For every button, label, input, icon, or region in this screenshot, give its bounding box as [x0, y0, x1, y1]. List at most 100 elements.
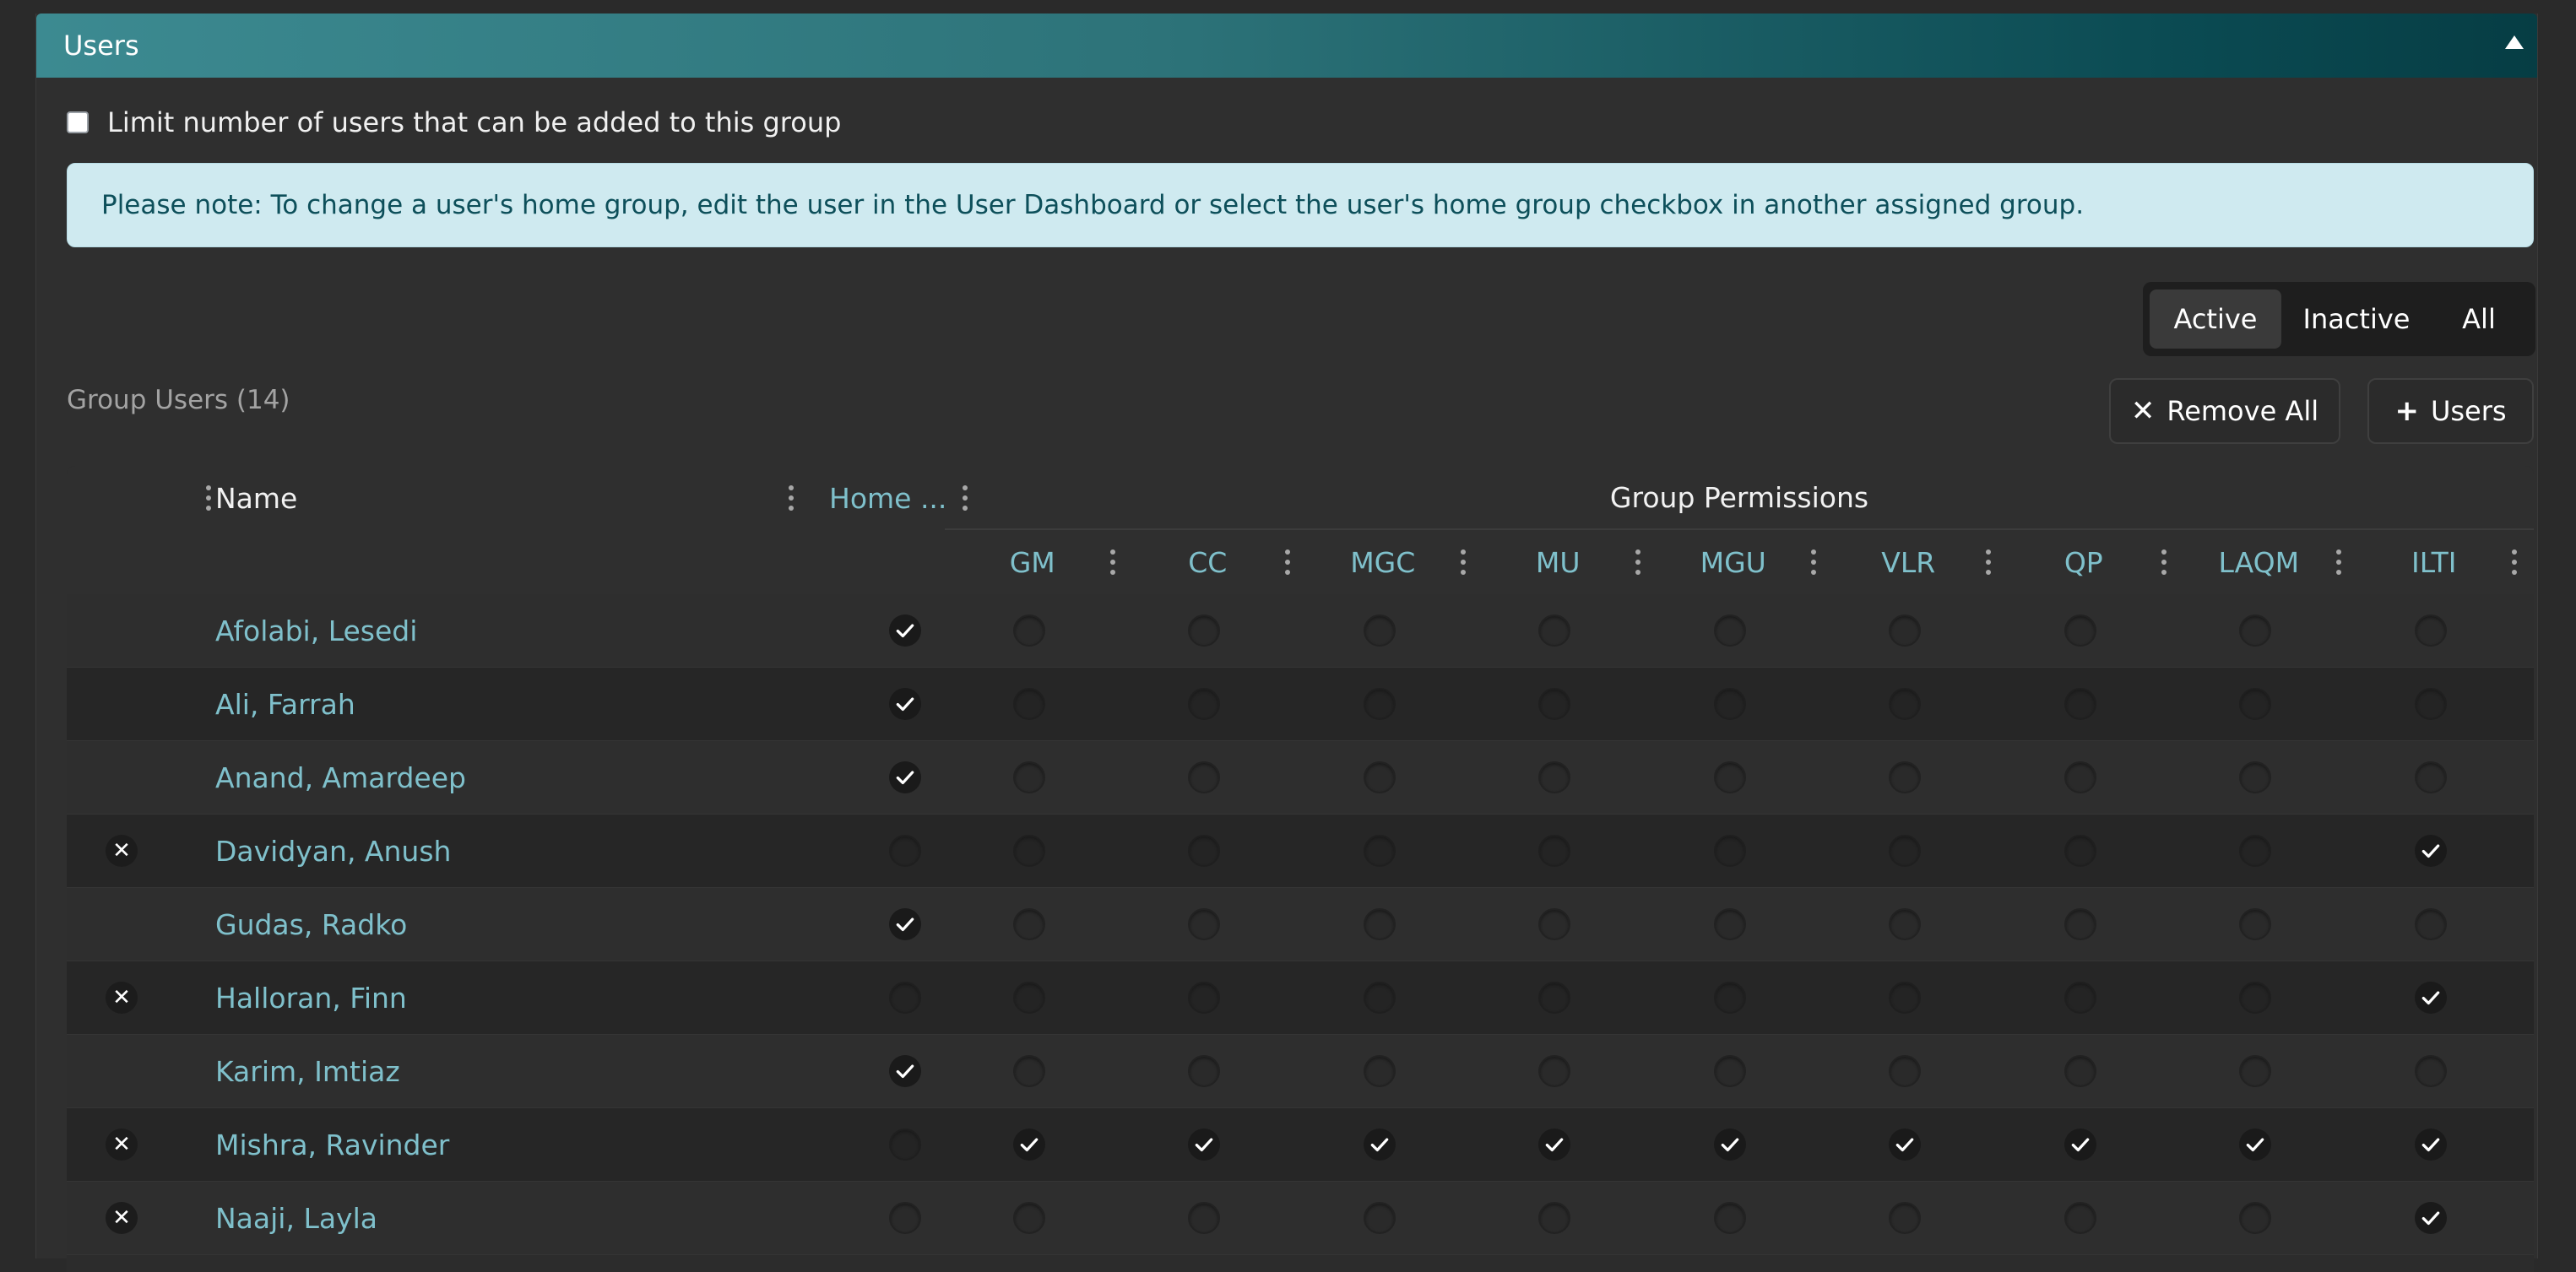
permission-vlr-checkbox[interactable]: [1889, 1055, 1922, 1087]
permission-cc-checkbox[interactable]: [1188, 614, 1221, 647]
remove-user-icon[interactable]: ✕: [106, 835, 138, 867]
permission-mgc-checked-icon[interactable]: [1363, 1129, 1396, 1161]
permission-laqm-checkbox[interactable]: [2239, 1202, 2272, 1234]
permission-header-mgu[interactable]: MGU: [1646, 530, 1821, 594]
permission-mgu-checkbox[interactable]: [1713, 614, 1746, 647]
permission-mgc-checkbox[interactable]: [1363, 835, 1396, 867]
permission-ilti-checkbox[interactable]: [2414, 1055, 2447, 1087]
permission-qp-checked-icon[interactable]: [2064, 1129, 2096, 1161]
permission-laqm-checkbox[interactable]: [2239, 688, 2272, 720]
column-menu-icon[interactable]: [206, 485, 211, 511]
permission-cc-checked-icon[interactable]: [1188, 1129, 1221, 1161]
permission-mu-checkbox[interactable]: [1538, 688, 1571, 720]
permission-mgc-checkbox[interactable]: [1363, 614, 1396, 647]
user-name-link[interactable]: Davidyan, Anush: [215, 815, 451, 888]
permission-qp-checkbox[interactable]: [2064, 835, 2096, 867]
column-menu-icon[interactable]: [1810, 549, 1816, 575]
home-group-checked-icon[interactable]: [889, 761, 921, 793]
column-menu-icon[interactable]: [1109, 549, 1115, 575]
collapse-caret-icon[interactable]: [2505, 35, 2524, 49]
home-group-checkbox[interactable]: [889, 835, 921, 867]
user-name-link[interactable]: Karim, Imtiaz: [215, 1035, 400, 1108]
remove-user-icon[interactable]: ✕: [106, 1202, 138, 1234]
permission-vlr-checkbox[interactable]: [1889, 908, 1922, 940]
permission-cc-checkbox[interactable]: [1188, 835, 1221, 867]
user-name-link[interactable]: Ali, Farrah: [215, 668, 355, 741]
remove-user-icon[interactable]: ✕: [106, 1129, 138, 1161]
permission-mgc-checkbox[interactable]: [1363, 908, 1396, 940]
permission-mu-checkbox[interactable]: [1538, 761, 1571, 793]
home-group-checkbox[interactable]: [889, 1129, 921, 1161]
permission-cc-checkbox[interactable]: [1188, 1055, 1221, 1087]
permission-gm-checkbox[interactable]: [1012, 614, 1045, 647]
permission-mgu-checkbox[interactable]: [1713, 835, 1746, 867]
permission-mu-checkbox[interactable]: [1538, 1055, 1571, 1087]
permission-laqm-checkbox[interactable]: [2239, 908, 2272, 940]
permission-cc-checkbox[interactable]: [1188, 761, 1221, 793]
column-menu-icon[interactable]: [1285, 549, 1290, 575]
permission-header-vlr[interactable]: VLR: [1821, 530, 1997, 594]
home-group-checked-icon[interactable]: [889, 1055, 921, 1087]
column-menu-icon[interactable]: [1986, 549, 1991, 575]
permission-header-qp[interactable]: QP: [1996, 530, 2172, 594]
permission-vlr-checkbox[interactable]: [1889, 982, 1922, 1014]
permission-mgu-checkbox[interactable]: [1713, 761, 1746, 793]
permission-mu-checkbox[interactable]: [1538, 1202, 1571, 1234]
home-column-header[interactable]: Home ...: [829, 466, 946, 530]
permission-qp-checkbox[interactable]: [2064, 761, 2096, 793]
permission-cc-checkbox[interactable]: [1188, 982, 1221, 1014]
filter-active-button[interactable]: Active: [2150, 290, 2281, 349]
permission-laqm-checkbox[interactable]: [2239, 982, 2272, 1014]
panel-header[interactable]: Users: [36, 14, 2537, 78]
permission-qp-checkbox[interactable]: [2064, 614, 2096, 647]
permission-ilti-checkbox[interactable]: [2414, 614, 2447, 647]
user-name-link[interactable]: Gudas, Radko: [215, 888, 407, 961]
permission-header-mgc[interactable]: MGC: [1295, 530, 1471, 594]
permission-ilti-checked-icon[interactable]: [2414, 1129, 2447, 1161]
permission-mgu-checkbox[interactable]: [1713, 908, 1746, 940]
permission-header-cc[interactable]: CC: [1120, 530, 1296, 594]
permission-cc-checkbox[interactable]: [1188, 908, 1221, 940]
permission-qp-checkbox[interactable]: [2064, 1055, 2096, 1087]
add-users-button[interactable]: + Users: [2367, 378, 2534, 444]
permission-qp-checkbox[interactable]: [2064, 908, 2096, 940]
permission-mu-checked-icon[interactable]: [1538, 1129, 1571, 1161]
permission-laqm-checkbox[interactable]: [2239, 1055, 2272, 1087]
permission-mgc-checkbox[interactable]: [1363, 982, 1396, 1014]
home-group-checked-icon[interactable]: [889, 908, 921, 940]
permission-mgu-checkbox[interactable]: [1713, 1202, 1746, 1234]
permission-header-gm[interactable]: GM: [945, 530, 1120, 594]
permission-mgu-checkbox[interactable]: [1713, 1055, 1746, 1087]
permission-mu-checkbox[interactable]: [1538, 835, 1571, 867]
column-menu-icon[interactable]: [2161, 549, 2167, 575]
home-group-checkbox[interactable]: [889, 982, 921, 1014]
permission-ilti-checkbox[interactable]: [2414, 908, 2447, 940]
permission-qp-checkbox[interactable]: [2064, 982, 2096, 1014]
filter-inactive-button[interactable]: Inactive: [2281, 290, 2432, 349]
name-column-header[interactable]: Name: [215, 466, 297, 530]
column-menu-icon[interactable]: [1635, 549, 1641, 575]
permission-gm-checkbox[interactable]: [1012, 1202, 1045, 1234]
home-group-checked-icon[interactable]: [889, 614, 921, 647]
user-name-link[interactable]: Anand, Amardeep: [215, 741, 466, 815]
permission-mgu-checkbox[interactable]: [1713, 688, 1746, 720]
permission-qp-checkbox[interactable]: [2064, 688, 2096, 720]
user-name-link[interactable]: Halloran, Finn: [215, 961, 407, 1035]
permission-vlr-checkbox[interactable]: [1889, 761, 1922, 793]
permission-cc-checkbox[interactable]: [1188, 1202, 1221, 1234]
permission-header-mu[interactable]: MU: [1471, 530, 1646, 594]
home-group-checked-icon[interactable]: [889, 688, 921, 720]
permission-cc-checkbox[interactable]: [1188, 688, 1221, 720]
permission-ilti-checked-icon[interactable]: [2414, 835, 2447, 867]
permission-vlr-checkbox[interactable]: [1889, 1202, 1922, 1234]
permission-vlr-checkbox[interactable]: [1889, 614, 1922, 647]
permission-mgc-checkbox[interactable]: [1363, 688, 1396, 720]
permission-gm-checkbox[interactable]: [1012, 1055, 1045, 1087]
permission-mgu-checked-icon[interactable]: [1713, 1129, 1746, 1161]
filter-all-button[interactable]: All: [2432, 290, 2526, 349]
permission-ilti-checked-icon[interactable]: [2414, 1202, 2447, 1234]
permission-mgu-checkbox[interactable]: [1713, 982, 1746, 1014]
permission-qp-checkbox[interactable]: [2064, 1202, 2096, 1234]
permission-gm-checkbox[interactable]: [1012, 982, 1045, 1014]
column-menu-icon[interactable]: [1460, 549, 1466, 575]
